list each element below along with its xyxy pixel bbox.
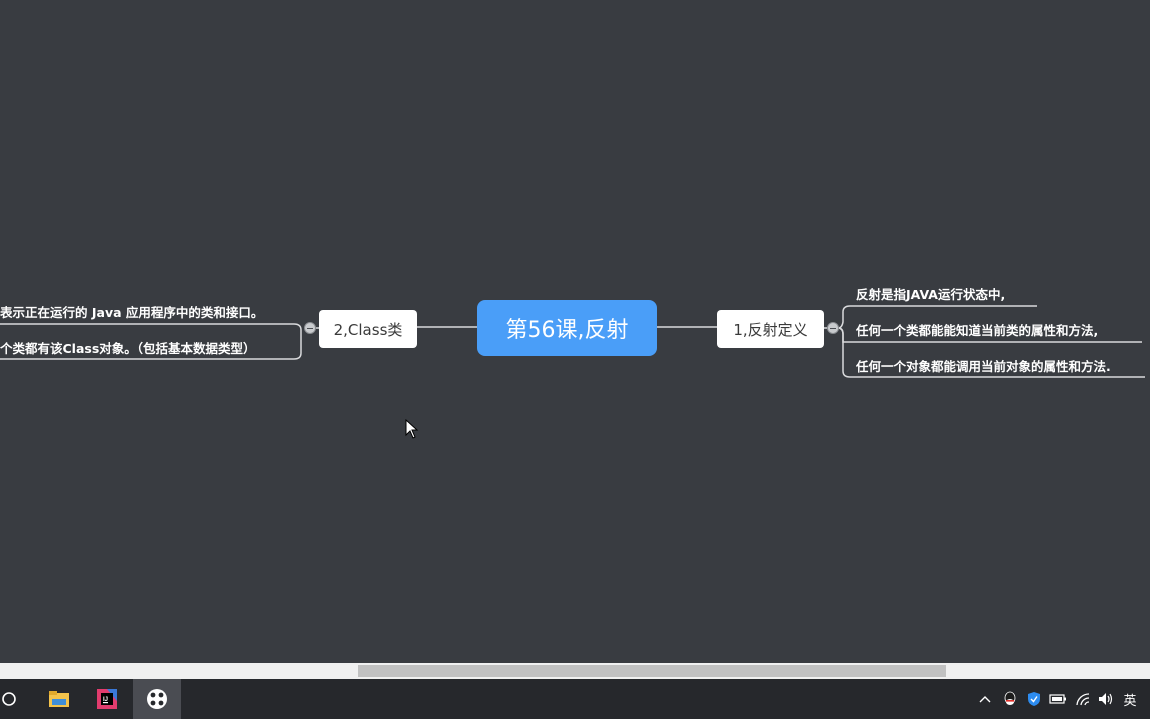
left-leaf-2[interactable]: 个类都有该Class对象。（包括基本数据类型） xyxy=(0,338,256,357)
collapse-toggle-left[interactable] xyxy=(304,322,316,334)
central-topic[interactable]: 第56课,反射 xyxy=(477,300,657,356)
xmind-icon[interactable] xyxy=(133,679,181,719)
right-leaf-3[interactable]: 任何一个对象都能调用当前对象的属性和方法. xyxy=(856,356,1111,375)
chevron-up-icon[interactable] xyxy=(976,679,994,719)
right-leaf-1[interactable]: 反射是指JAVA运行状态中, xyxy=(856,284,1005,303)
wifi-icon[interactable] xyxy=(1072,679,1094,719)
volume-icon[interactable] xyxy=(1096,679,1116,719)
topic-class-class[interactable]: 2,Class类 xyxy=(319,310,417,348)
file-explorer-icon[interactable] xyxy=(38,679,80,719)
battery-icon[interactable] xyxy=(1047,679,1069,719)
qq-icon[interactable] xyxy=(1000,679,1020,719)
topic-reflection-definition[interactable]: 1,反射定义 xyxy=(717,310,824,348)
shield-icon[interactable] xyxy=(1024,679,1044,719)
input-language-indicator[interactable]: 英 xyxy=(1119,679,1141,719)
mouse-cursor-icon xyxy=(405,419,419,439)
scrollbar-thumb[interactable] xyxy=(358,665,946,677)
collapse-toggle-right[interactable] xyxy=(827,322,839,334)
taskbar: IJ 英 xyxy=(0,679,1150,719)
horizontal-scrollbar[interactable] xyxy=(0,663,1150,679)
mindmap-canvas[interactable]: 第56课,反射 1,反射定义 反射是指JAVA运行状态中, 任何一个类都能能知道… xyxy=(0,0,1150,663)
right-leaf-2[interactable]: 任何一个类都能能知道当前类的属性和方法, xyxy=(856,320,1098,339)
left-leaf-1[interactable]: 表示正在运行的 Java 应用程序中的类和接口。 xyxy=(0,302,263,321)
intellij-idea-icon[interactable]: IJ xyxy=(86,679,128,719)
search-icon[interactable] xyxy=(0,679,18,719)
